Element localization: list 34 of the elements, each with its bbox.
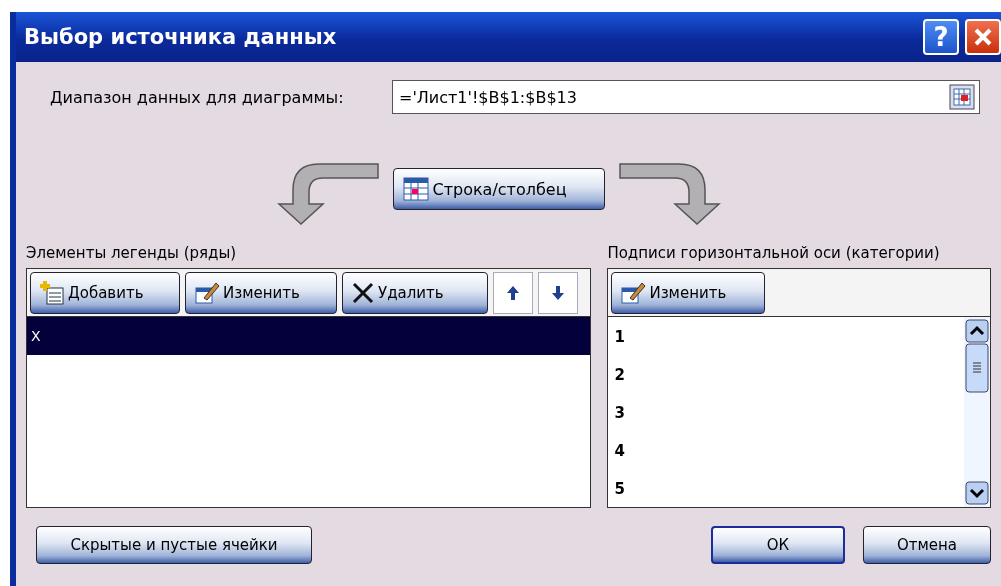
scroll-down-icon[interactable] <box>965 481 989 505</box>
legend-label: Элементы легенды (ряды) <box>26 244 238 262</box>
category-item[interactable]: 2 <box>608 355 964 393</box>
scroll-up-icon[interactable] <box>965 319 989 343</box>
range-field[interactable]: ='Лист1'!$B$1:$B$13 <box>392 80 980 114</box>
move-up-button[interactable] <box>493 271 533 314</box>
up-arrow-icon <box>506 284 520 301</box>
down-arrow-icon <box>551 284 565 301</box>
collapse-dialog-icon[interactable] <box>949 84 975 110</box>
series-item[interactable]: X <box>27 317 591 355</box>
delete-button[interactable]: Удалить <box>342 271 488 314</box>
close-button[interactable] <box>965 19 1001 55</box>
help-button[interactable]: ? <box>923 19 959 55</box>
category-item[interactable]: 3 <box>608 393 964 431</box>
scrollbar[interactable] <box>964 317 990 507</box>
move-down-button[interactable] <box>538 271 578 314</box>
hidden-cells-button[interactable]: Скрытые и пустые ячейки <box>36 526 312 564</box>
add-list-icon <box>39 279 65 306</box>
close-icon <box>972 26 994 48</box>
edit-button[interactable]: Изменить <box>185 271 337 314</box>
table-icon <box>401 176 430 202</box>
category-item[interactable]: 4 <box>608 431 964 469</box>
window-title: Выбор источника данных <box>24 25 338 49</box>
category-item[interactable]: 1 <box>608 317 964 355</box>
switch-row-column-button[interactable]: Строка/столбец <box>392 168 605 210</box>
ok-button[interactable]: ОК <box>711 526 845 564</box>
range-label: Диапазон данных для диаграммы: <box>49 87 345 107</box>
add-button[interactable]: Добавить <box>30 271 180 314</box>
cancel-button[interactable]: Отмена <box>863 526 991 564</box>
scroll-thumb-icon[interactable] <box>965 343 989 393</box>
category-item[interactable]: 5 <box>608 469 964 507</box>
cross-icon <box>351 280 375 305</box>
edit-button[interactable]: Изменить <box>611 271 766 314</box>
categories-label: Подписи горизонтальной оси (категории) <box>607 244 941 262</box>
